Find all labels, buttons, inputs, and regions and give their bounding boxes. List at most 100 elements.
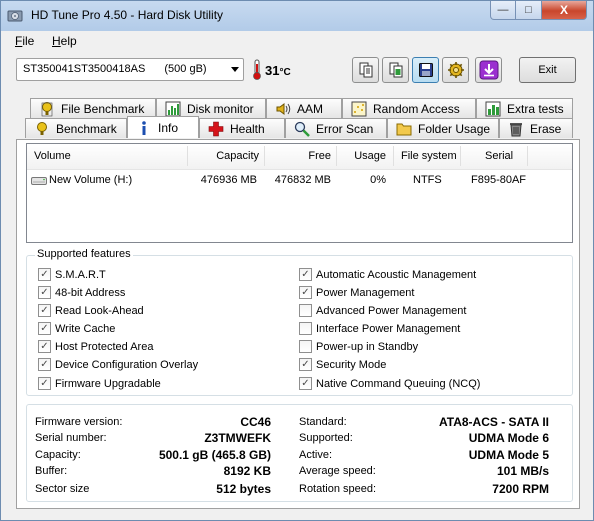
- checkbox[interactable]: ✓: [38, 268, 51, 281]
- feature-smart[interactable]: ✓ S.M.A.R.T: [38, 268, 106, 281]
- options-button[interactable]: [442, 57, 469, 83]
- checkbox[interactable]: ✓: [299, 358, 312, 371]
- tab-label: Disk monitor: [187, 101, 254, 116]
- tab-disk-monitor[interactable]: Disk monitor: [156, 98, 266, 118]
- drive-size: (500 gB): [164, 63, 207, 75]
- volume-serial: F895-80AF: [471, 174, 527, 186]
- menu-help-label: elp: [60, 34, 77, 48]
- checkbox[interactable]: ✓: [38, 322, 51, 335]
- tab-error-scan[interactable]: Error Scan: [285, 118, 387, 138]
- feature-power-management[interactable]: ✓ Power Management: [299, 286, 414, 299]
- tab-folder-usage[interactable]: Folder Usage: [387, 118, 499, 138]
- window-controls: — □ X: [490, 1, 587, 21]
- tab-label: Extra tests: [507, 101, 564, 116]
- feature-automatic-acoustic-management[interactable]: ✓ Automatic Acoustic Management: [299, 268, 476, 281]
- sector-size-value: 512 bytes: [216, 482, 271, 496]
- standard-label: Standard:: [299, 416, 347, 428]
- table-row[interactable]: New Volume (H:) 476936 MB 476832 MB 0% N…: [27, 171, 572, 189]
- drive-select[interactable]: ST350041ST3500418AS (500 gB): [16, 58, 244, 81]
- column-header-usage[interactable]: Usage: [336, 150, 386, 162]
- save-button[interactable]: [412, 57, 439, 83]
- checkbox[interactable]: ✓: [38, 286, 51, 299]
- save-icon: [418, 63, 433, 77]
- title-bar[interactable]: HD Tune Pro 4.50 - Hard Disk Utility — □…: [1, 1, 593, 31]
- tab-erase[interactable]: Erase: [499, 118, 573, 138]
- feature-interface-power-management[interactable]: Interface Power Management: [299, 322, 460, 335]
- column-header-capacity[interactable]: Capacity: [187, 150, 259, 162]
- exit-button[interactable]: Exit: [519, 57, 576, 83]
- feature-firmware-upgradable[interactable]: ✓ Firmware Upgradable: [38, 377, 161, 390]
- checkbox[interactable]: ✓: [299, 377, 312, 390]
- close-button[interactable]: X: [542, 1, 587, 20]
- minimize-button[interactable]: —: [490, 1, 516, 20]
- thermometer-icon: [253, 59, 261, 80]
- options-icon: [447, 62, 464, 78]
- feature-security-mode[interactable]: ✓ Security Mode: [299, 358, 386, 371]
- checkbox[interactable]: ✓: [38, 340, 51, 353]
- checkbox[interactable]: ✓: [38, 358, 51, 371]
- feature-label: Firmware Upgradable: [55, 377, 161, 390]
- column-divider[interactable]: [393, 146, 394, 166]
- supported-features-title: Supported features: [35, 248, 133, 260]
- health-cross-icon: [208, 121, 224, 136]
- maximize-icon: □: [525, 4, 532, 16]
- tab-label: Folder Usage: [418, 121, 491, 136]
- feature-host-protected-area[interactable]: ✓ Host Protected Area: [38, 340, 153, 353]
- copy-text-button[interactable]: [352, 57, 379, 83]
- checkbox[interactable]: [299, 322, 312, 335]
- tab-random-access[interactable]: Random Access: [342, 98, 476, 118]
- info-panel: Volume Capacity Free Usage File system S…: [16, 139, 580, 509]
- menu-help[interactable]: Help: [52, 34, 77, 48]
- checkbox[interactable]: ✓: [299, 268, 312, 281]
- checkbox[interactable]: ✓: [299, 286, 312, 299]
- download-button[interactable]: [475, 57, 502, 83]
- checkbox[interactable]: ✓: [38, 304, 51, 317]
- column-header-serial[interactable]: Serial: [485, 150, 513, 162]
- menu-file[interactable]: File: [15, 34, 34, 48]
- feature-write-cache[interactable]: ✓ Write Cache: [38, 322, 115, 335]
- feature-label: Write Cache: [55, 322, 116, 335]
- tab-health[interactable]: Health: [199, 118, 285, 138]
- copy-screenshot-button[interactable]: [382, 57, 409, 83]
- feature-ncq[interactable]: ✓ Native Command Queuing (NCQ): [299, 377, 480, 390]
- feature-48bit-address[interactable]: ✓ 48-bit Address: [38, 286, 125, 299]
- chevron-down-icon[interactable]: [231, 67, 239, 72]
- column-header-file-system[interactable]: File system: [401, 150, 457, 162]
- serial-number-value: Z3TMWEFK: [204, 431, 271, 445]
- maximize-button[interactable]: □: [516, 1, 542, 20]
- tab-label: Health: [230, 121, 265, 136]
- feature-device-configuration-overlay[interactable]: ✓ Device Configuration Overlay: [38, 358, 198, 371]
- checkbox[interactable]: ✓: [38, 377, 51, 390]
- column-header-volume[interactable]: Volume: [34, 150, 71, 162]
- tab-file-benchmark[interactable]: File Benchmark: [30, 98, 156, 118]
- sector-size-label: Sector size: [35, 483, 90, 495]
- column-header-free[interactable]: Free: [264, 150, 331, 162]
- menu-bar: File Help: [1, 31, 593, 51]
- feature-advanced-power-management[interactable]: Advanced Power Management: [299, 304, 466, 317]
- magnifier-icon: [294, 121, 310, 137]
- tab-info[interactable]: Info: [127, 116, 199, 138]
- tab-label: Random Access: [373, 101, 460, 116]
- temperature-value: 31: [265, 63, 280, 78]
- column-divider[interactable]: [527, 146, 528, 166]
- folder-icon: [396, 123, 412, 135]
- average-speed-label: Average speed:: [299, 465, 376, 477]
- column-divider[interactable]: [460, 146, 461, 166]
- tab-label: Error Scan: [316, 121, 374, 136]
- feature-read-look-ahead[interactable]: ✓ Read Look-Ahead: [38, 304, 144, 317]
- tab-aam[interactable]: AAM: [266, 98, 342, 118]
- feature-label: Power Management: [316, 286, 415, 299]
- volume-file-system: NTFS: [413, 174, 442, 186]
- checkbox[interactable]: [299, 340, 312, 353]
- feature-label: Host Protected Area: [55, 340, 154, 353]
- random-access-icon: [351, 101, 367, 116]
- volume-table[interactable]: Volume Capacity Free Usage File system S…: [26, 143, 573, 243]
- checkbox[interactable]: [299, 304, 312, 317]
- app-disk-icon: [7, 10, 23, 22]
- feature-power-up-in-standby[interactable]: Power-up in Standby: [299, 340, 418, 353]
- volume-free: 476832 MB: [274, 174, 331, 186]
- tab-benchmark[interactable]: Benchmark: [25, 118, 127, 138]
- disk-monitor-icon: [165, 101, 181, 116]
- tab-extra-tests[interactable]: Extra tests: [476, 98, 573, 118]
- feature-label: Power-up in Standby: [316, 340, 419, 353]
